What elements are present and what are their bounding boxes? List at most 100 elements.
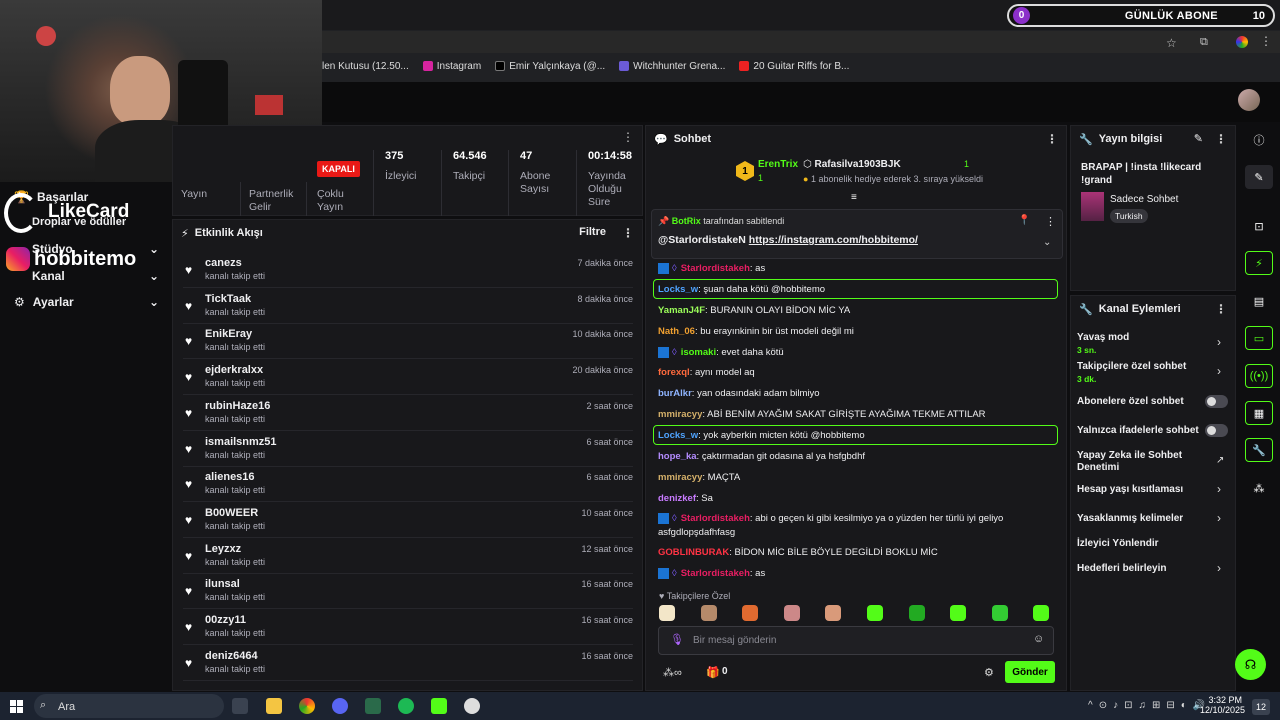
clock[interactable]: 3:32 PM 12/10/2025 xyxy=(1200,695,1245,715)
share-icon[interactable]: ⁂ xyxy=(1245,476,1273,500)
gifter-name[interactable]: ErenTrix xyxy=(758,159,798,170)
panel-menu-icon[interactable]: ⋮ xyxy=(1215,302,1227,316)
system-tray-icons[interactable]: ^⊙♪⊡♫⊞⊟◐🔊 xyxy=(1088,700,1211,711)
activity-user[interactable]: EnikEray xyxy=(205,328,252,340)
emote-icon[interactable] xyxy=(867,605,883,621)
activity-item[interactable]: ♥ B00WEER kanalı takip etti 10 saat önce xyxy=(183,503,633,538)
chat-username[interactable]: denizkef xyxy=(658,493,696,504)
bookmark-item[interactable]: Witchhunter Grena... xyxy=(619,61,725,72)
edit-icon[interactable]: ✎ xyxy=(1194,132,1203,146)
chevron-right-icon[interactable]: › xyxy=(1217,335,1221,349)
spotify-icon[interactable] xyxy=(398,698,414,714)
windows-start-icon[interactable] xyxy=(10,700,23,713)
emote-icon[interactable] xyxy=(825,605,842,621)
activity-user[interactable]: ilunsal xyxy=(205,578,240,590)
emote-icon[interactable] xyxy=(1033,605,1050,621)
activity-item[interactable]: ♥ TickTaak kanalı takip etti 8 dakika önce xyxy=(183,289,633,324)
edit-icon[interactable]: ✎ xyxy=(1245,165,1273,189)
chevron-right-icon[interactable]: › xyxy=(1217,511,1221,525)
external-link-icon[interactable]: ↗ xyxy=(1216,455,1224,466)
banned-words-row[interactable]: Yasaklanmış kelimeler xyxy=(1077,513,1229,524)
activity-item[interactable]: ♥ canezs kanalı takip etti 7 dakika önce xyxy=(183,253,633,288)
menu-dots-icon[interactable]: ⋮ xyxy=(1260,34,1272,48)
app-icon[interactable] xyxy=(365,698,381,714)
viewer-redirect-row[interactable]: İzleyici Yönlendir xyxy=(1077,538,1229,549)
chat-settings-icon[interactable]: ⚙ xyxy=(984,666,994,679)
nav-settings[interactable]: ⚙ Ayarlar ⌄ xyxy=(14,295,159,309)
activity-user[interactable]: ismailsnmz51 xyxy=(205,436,277,448)
bookmark-star-icon[interactable]: ☆ xyxy=(1166,36,1177,50)
info-icon[interactable]: ⓘ xyxy=(1245,128,1273,152)
broadcast-icon[interactable]: ((•)) xyxy=(1245,364,1273,388)
pinned-link[interactable]: https://instagram.com/hobbitemo/ xyxy=(749,234,918,246)
extensions-icon[interactable]: ⧉ xyxy=(1200,36,1208,49)
activity-user[interactable]: alienes16 xyxy=(205,471,255,483)
bookmark-item[interactable]: len Kutusu (12.50... xyxy=(322,61,409,72)
obs-icon[interactable] xyxy=(464,698,480,714)
ai-moderation-row[interactable]: Yapay Zeka ile Sohbet Denetimi xyxy=(1077,450,1207,474)
followers-chat-row[interactable]: Takipçilere özel sohbet 3 dk. xyxy=(1077,361,1229,384)
profile-icon[interactable] xyxy=(1236,36,1248,48)
task-view-icon[interactable] xyxy=(232,698,248,714)
collapse-icon[interactable]: ≡ xyxy=(851,192,857,203)
panel-menu-icon[interactable]: ⋮ xyxy=(1046,132,1058,146)
tag-badge[interactable]: Turkish xyxy=(1110,209,1148,223)
chat-username[interactable]: mmiracyy xyxy=(658,409,702,420)
activity-user[interactable]: deniz6464 xyxy=(205,650,258,662)
gift-user[interactable]: ⬡ Rafasilva1903BJK xyxy=(803,159,901,170)
chat-username[interactable]: Starlordistakeh xyxy=(681,263,750,274)
kick-icon[interactable] xyxy=(431,698,447,714)
chat-username[interactable]: GOBLINBURAK xyxy=(658,547,729,558)
emote-icon[interactable] xyxy=(991,605,1008,621)
file-explorer-icon[interactable] xyxy=(266,698,282,714)
activity-item[interactable]: ♥ Leyzxz kanalı takip etti 12 saat önce xyxy=(183,539,633,574)
chat-username[interactable]: Nath_06 xyxy=(658,326,695,337)
emote-icon[interactable] xyxy=(950,605,967,621)
chevron-right-icon[interactable]: › xyxy=(1217,561,1221,575)
activity-user[interactable]: rubinHaze16 xyxy=(205,400,270,412)
activity-user[interactable]: canezs xyxy=(205,257,242,269)
send-button[interactable]: Gönder xyxy=(1005,661,1055,683)
support-headset-icon[interactable]: ☊ xyxy=(1235,649,1266,680)
activity-item[interactable]: ♥ EnikEray kanalı takip etti 10 dakika önce xyxy=(183,324,633,360)
user-avatar[interactable] xyxy=(1238,89,1260,111)
notification-badge[interactable]: 12 xyxy=(1252,699,1270,715)
discord-icon[interactable] xyxy=(332,698,348,714)
pinned-menu-icon[interactable]: ⋮ xyxy=(1045,215,1056,228)
chrome-icon[interactable] xyxy=(299,698,315,714)
chat-username[interactable]: Starlordistakeh xyxy=(681,568,750,579)
emote-icon[interactable] xyxy=(700,605,717,621)
document-icon[interactable]: ▤ xyxy=(1245,289,1273,313)
panel-menu-icon[interactable]: ⋮ xyxy=(622,130,634,144)
emote-icon[interactable] xyxy=(742,605,759,621)
chat-username[interactable]: burAlkr xyxy=(658,388,692,399)
activity-user[interactable]: ejderkralxx xyxy=(205,364,263,376)
chevron-right-icon[interactable]: › xyxy=(1217,364,1221,378)
account-age-row[interactable]: Hesap yaşı kısıtlaması xyxy=(1077,484,1229,495)
category-thumbnail[interactable] xyxy=(1081,192,1104,221)
panel-menu-icon[interactable]: ⋮ xyxy=(1215,132,1227,146)
nav-channel[interactable]: Kanal ⌄ xyxy=(14,269,159,283)
emote-icon[interactable] xyxy=(908,605,925,621)
mic-icon[interactable]: 🎙 xyxy=(670,633,684,646)
activity-item[interactable]: ♥ ilunsal kanalı takip etti 16 saat önce xyxy=(183,574,633,610)
activity-item[interactable]: ♥ rubinHaze16 kanalı takip etti 2 saat önce xyxy=(183,396,633,431)
bookmark-item[interactable]: 20 Guitar Riffs for B... xyxy=(739,61,849,72)
filter-button[interactable]: Filtre xyxy=(579,226,606,240)
emoji-icon[interactable]: ☺ xyxy=(1033,633,1044,645)
bookmark-item[interactable]: Instagram xyxy=(422,61,481,72)
points-icon[interactable]: ⁂∞ xyxy=(663,666,682,679)
lightning-icon[interactable]: ⚡ xyxy=(1245,251,1273,275)
chat-username[interactable]: hope_ka xyxy=(658,451,697,462)
set-goals-row[interactable]: Hedefleri belirleyin xyxy=(1077,563,1229,574)
chat-username[interactable]: mmiracyy xyxy=(658,472,702,483)
sub-chat-toggle[interactable] xyxy=(1205,395,1228,408)
category-name[interactable]: Sadece Sohbet xyxy=(1110,194,1178,205)
address-bar[interactable] xyxy=(322,31,1280,53)
layout-icon[interactable]: ▦ xyxy=(1245,401,1273,425)
chat-username[interactable]: forexql xyxy=(658,367,690,378)
emote-chat-toggle[interactable] xyxy=(1205,424,1228,437)
bookmark-item[interactable]: Emir Yalçınkaya (@... xyxy=(495,61,605,72)
activity-item[interactable]: ♥ ejderkralxx kanalı takip etti 20 dakika ö… xyxy=(183,360,633,396)
activity-item[interactable]: ♥ deniz6464 kanalı takip etti 16 saat önce xyxy=(183,646,633,681)
